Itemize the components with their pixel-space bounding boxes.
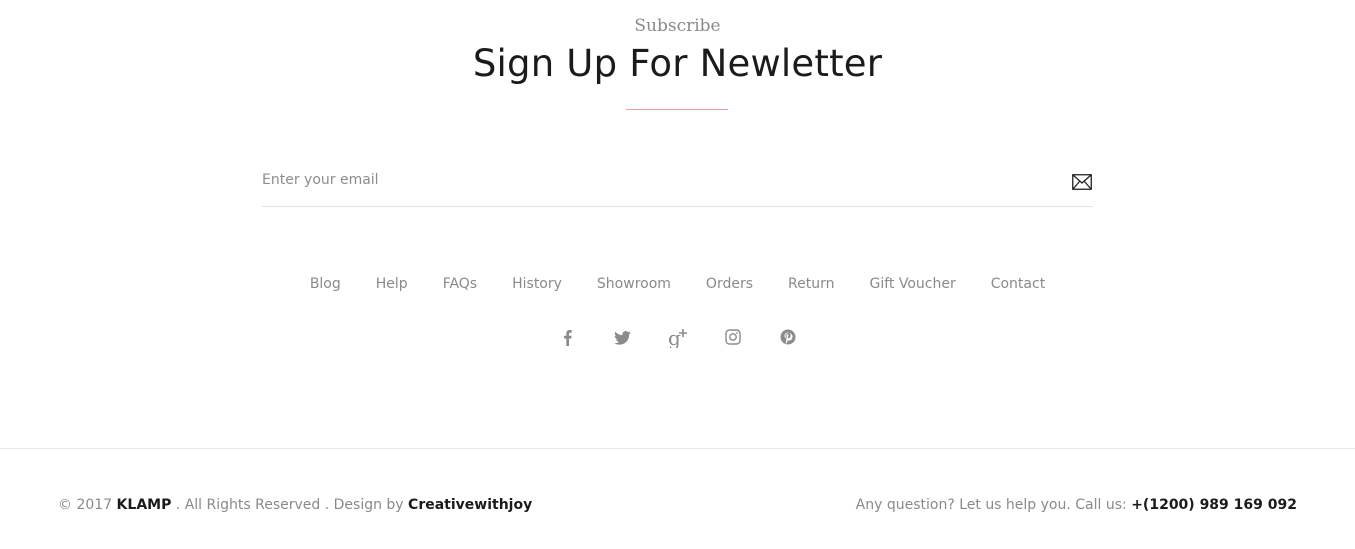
nav-link-contact[interactable]: Contact [991,276,1045,292]
footer-nav: Blog Help FAQs History Showroom Orders R… [0,276,1355,292]
email-input[interactable] [262,166,1042,194]
nav-link-orders[interactable]: Orders [706,276,753,292]
nav-link-return[interactable]: Return [788,276,834,292]
copyright-year: © 2017 [58,497,113,513]
nav-link-faqs[interactable]: FAQs [443,276,477,292]
google-plus-link[interactable]: g [667,326,689,352]
rights-text: . All Rights Reserved . Design by [175,497,404,513]
section-kicker: Subscribe [634,16,721,36]
instagram-icon [724,329,741,349]
nav-link-help[interactable]: Help [376,276,408,292]
footer-divider [0,448,1355,449]
contact-text: Any question? Let us help you. Call us: … [856,497,1297,513]
nav-link-gift-voucher[interactable]: Gift Voucher [869,276,955,292]
brand-link[interactable]: KLAMP [117,497,172,513]
facebook-link[interactable] [558,328,578,350]
pinterest-icon [780,329,796,349]
newsletter-form [262,160,1093,207]
facebook-icon [563,329,572,350]
twitter-link[interactable] [613,328,633,350]
svg-text:g: g [668,326,681,348]
question-text: Any question? Let us help you. Call us: [855,497,1127,513]
pinterest-link[interactable] [778,328,798,350]
envelope-icon [1072,173,1092,193]
designer-link[interactable]: Creativewithjoy [408,497,532,513]
phone-link[interactable]: +(1200) 989 169 092 [1131,497,1297,513]
google-plus-icon: g [667,326,689,352]
page: Subscribe Sign Up For Newletter Blog Hel… [0,0,1355,549]
social-links: g [0,326,1355,352]
copyright-text: © 2017 KLAMP . All Rights Reserved . Des… [58,497,532,513]
nav-link-blog[interactable]: Blog [310,276,341,292]
heading-divider [626,109,728,110]
nav-link-history[interactable]: History [512,276,562,292]
nav-link-showroom[interactable]: Showroom [597,276,671,292]
subscribe-button[interactable] [1071,172,1093,194]
instagram-link[interactable] [723,328,743,350]
newsletter-heading: Sign Up For Newletter [472,42,883,85]
twitter-icon [614,330,631,349]
